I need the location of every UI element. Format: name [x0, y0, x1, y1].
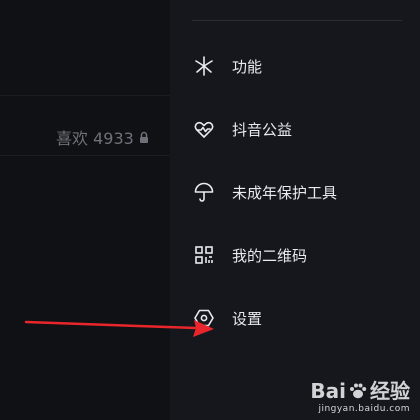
menu-item-label: 抖音公益: [232, 120, 293, 139]
sparkle-icon: [192, 54, 216, 78]
gear-hexagon-icon: [192, 306, 216, 330]
menu-item-label: 设置: [232, 309, 263, 328]
menu-item-label: 我的二维码: [232, 246, 308, 265]
profile-background[interactable]: 喜欢 4933: [0, 0, 170, 420]
menu-item-minor-protection[interactable]: 未成年保护工具: [192, 172, 402, 212]
divider: [0, 95, 170, 96]
menu-item-label: 未成年保护工具: [232, 183, 338, 202]
drawer-divider: [192, 20, 402, 21]
side-drawer: 功能 抖音公益 未成年保护工具 我的二维码 设置: [170, 0, 420, 420]
menu-item-features[interactable]: 功能: [192, 46, 402, 86]
watermark: Bai 经验 jingyan.baidu.com: [310, 380, 410, 414]
likes-tab[interactable]: 喜欢 4933: [56, 125, 150, 149]
heart-hand-icon: [192, 117, 216, 141]
watermark-suffix: 经验: [370, 379, 410, 403]
likes-label: 喜欢 4933: [56, 129, 134, 148]
menu-item-charity[interactable]: 抖音公益: [192, 109, 402, 149]
qr-code-icon: [192, 243, 216, 267]
paw-logo-icon: [348, 381, 368, 401]
screen: 喜欢 4933 功能 抖音公益 未成年保护工具 我的二维码 设置 Bai 经验 …: [0, 0, 420, 420]
umbrella-icon: [192, 180, 216, 204]
watermark-url: jingyan.baidu.com: [318, 404, 410, 414]
menu-item-label: 功能: [232, 57, 263, 76]
menu-item-settings[interactable]: 设置: [192, 298, 402, 338]
watermark-brand: Bai: [310, 379, 346, 403]
lock-icon: [138, 131, 150, 144]
divider: [0, 155, 170, 156]
menu-item-qr-code[interactable]: 我的二维码: [192, 235, 402, 275]
